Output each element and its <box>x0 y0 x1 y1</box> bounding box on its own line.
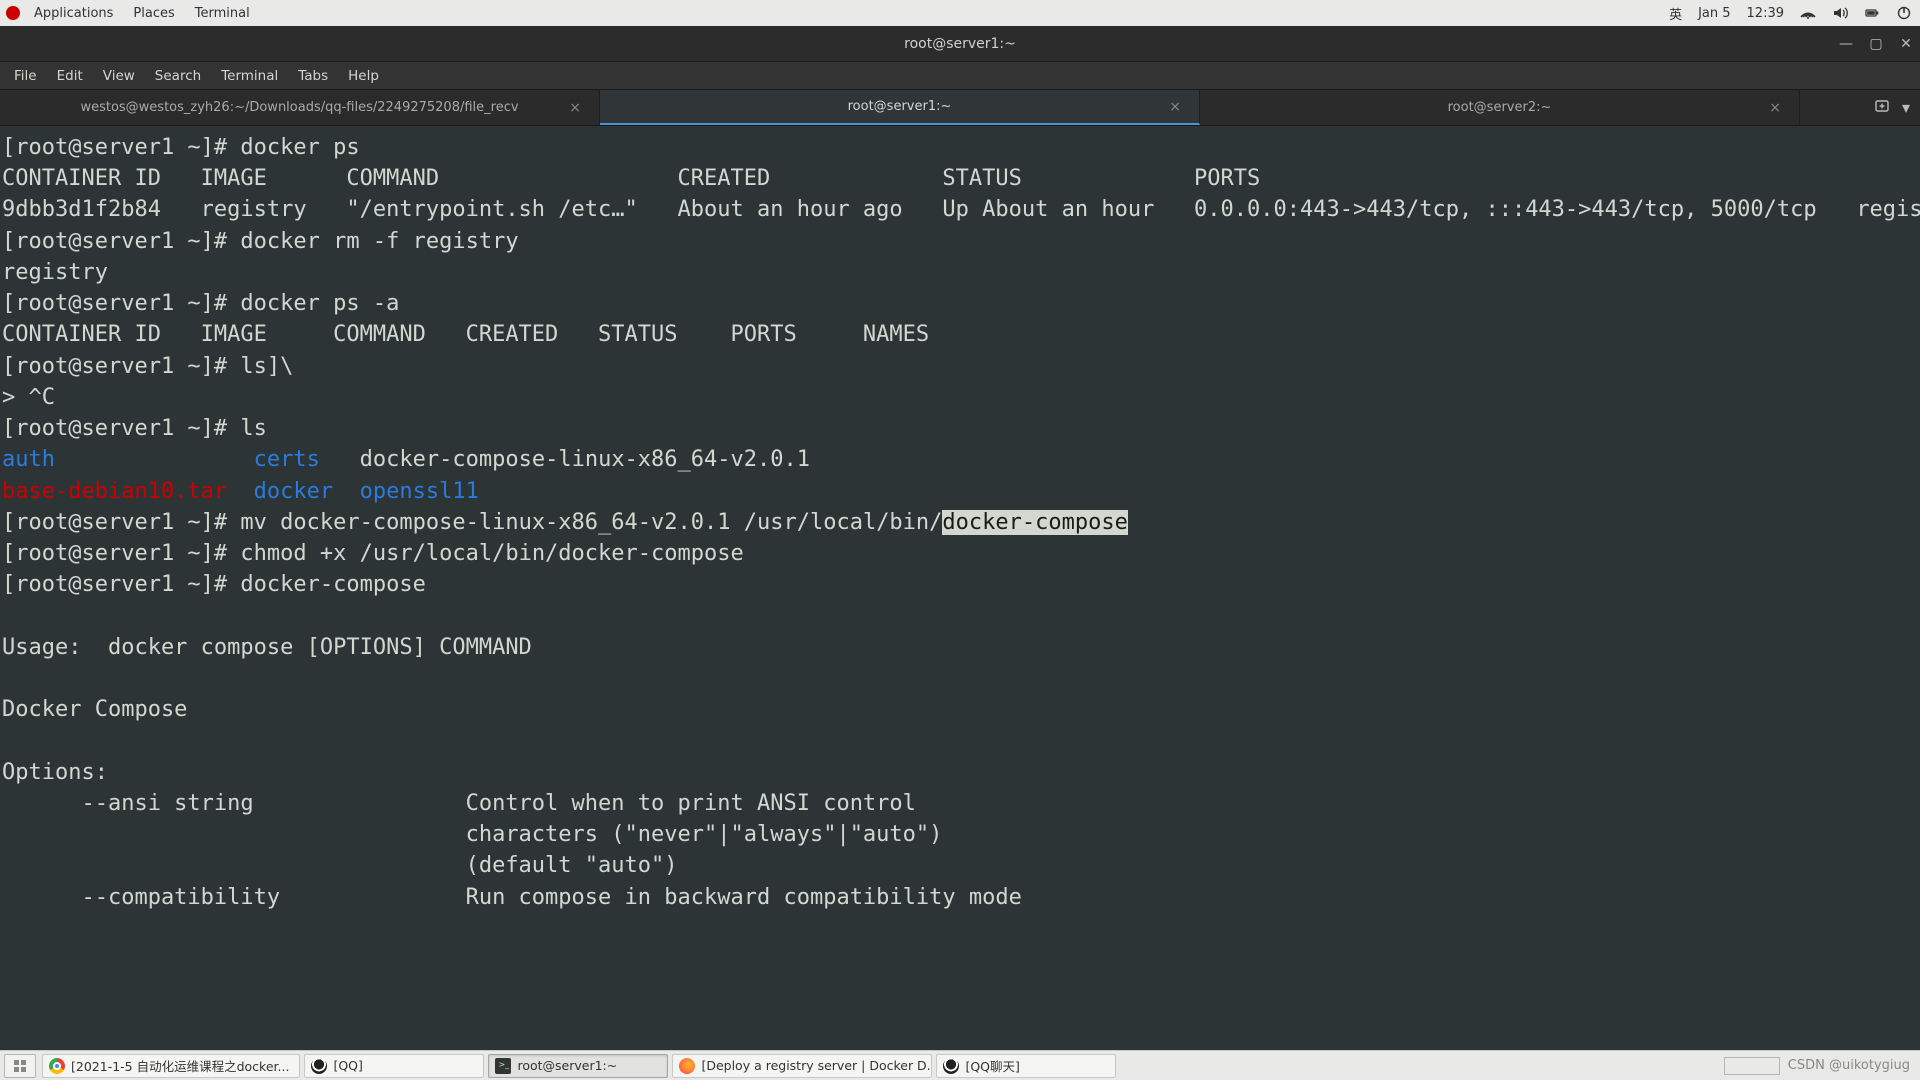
firefox-icon <box>679 1058 695 1074</box>
prompt: [root@server1 ~]# <box>2 229 240 254</box>
prompt: [root@server1 ~]# <box>2 291 240 316</box>
window-title: root@server1:~ <box>904 36 1016 52</box>
minimize-button[interactable]: — <box>1838 36 1854 52</box>
output-line: (default "auto") <box>2 853 678 878</box>
taskbar-item-qq-chat[interactable]: [QQ聊天] <box>936 1054 1116 1078</box>
prompt: [root@server1 ~]# <box>2 416 240 441</box>
menu-tabs[interactable]: Tabs <box>288 64 338 88</box>
activities-icon[interactable] <box>6 6 20 20</box>
menu-view[interactable]: View <box>93 64 145 88</box>
output-line: 9dbb3d1f2b84 registry "/entrypoint.sh /e… <box>2 197 1920 222</box>
cmd-docker-compose: docker-compose <box>240 572 425 597</box>
ls-dir: openssl11 <box>360 479 479 504</box>
cmd-ls: ls <box>240 416 267 441</box>
taskbar-item-label: [QQ] <box>333 1058 362 1073</box>
ls-dir: certs <box>254 447 320 472</box>
gnome-top-panel: Applications Places Terminal 英 Jan 5 12:… <box>0 0 1920 26</box>
chrome-icon <box>49 1058 65 1074</box>
output-line: Usage: docker compose [OPTIONS] COMMAND <box>2 635 532 660</box>
tab-close-icon[interactable]: × <box>1169 99 1181 115</box>
cmd-chmod: chmod +x /usr/local/bin/docker-compose <box>240 541 743 566</box>
output-line: CONTAINER ID IMAGE COMMAND CREATED STATU… <box>2 322 929 347</box>
menu-file[interactable]: File <box>4 64 47 88</box>
bottom-taskbar: [2021-1-5 自动化运维课程之docker... [QQ] >_ root… <box>0 1050 1920 1080</box>
power-icon[interactable] <box>1888 5 1920 21</box>
ls-dir: docker <box>254 479 333 504</box>
prompt: [root@server1 ~]# <box>2 354 240 379</box>
selection-highlight: docker-compose <box>942 510 1127 535</box>
tab-label: root@server1:~ <box>848 99 952 114</box>
close-button[interactable]: ✕ <box>1898 36 1914 52</box>
applications-menu[interactable]: Applications <box>24 6 123 21</box>
taskbar-item-label: root@server1:~ <box>517 1058 617 1073</box>
tab-close-icon[interactable]: × <box>569 100 581 116</box>
csdn-watermark: CSDN @uikotygiug <box>1788 1058 1910 1073</box>
tab-menu-dropdown-icon[interactable]: ▾ <box>1902 98 1910 117</box>
tab-label: root@server2:~ <box>1448 100 1552 115</box>
app-menubar: File Edit View Search Terminal Tabs Help <box>0 62 1920 90</box>
taskbar-item-label: [QQ聊天] <box>965 1056 1019 1075</box>
maximize-button[interactable]: ▢ <box>1868 36 1884 52</box>
output-line: registry <box>2 260 108 285</box>
input-method-box[interactable] <box>1724 1057 1780 1075</box>
taskbar-item-terminal[interactable]: >_ root@server1:~ <box>488 1054 668 1078</box>
taskbar-item-firefox[interactable]: [Deploy a registry server | Docker D... <box>672 1054 932 1078</box>
qq-icon <box>311 1058 327 1074</box>
taskbar-item-label: [Deploy a registry server | Docker D... <box>701 1058 932 1073</box>
terminal-tabstrip: westos@westos_zyh26:~/Downloads/qq-files… <box>0 90 1920 126</box>
ls-archive: base-debian10.tar <box>2 479 227 504</box>
output-line: CONTAINER ID IMAGE COMMAND CREATED STATU… <box>2 166 1920 191</box>
terminal-tab-2[interactable]: root@server2:~ × <box>1200 90 1800 125</box>
volume-icon[interactable] <box>1824 5 1856 21</box>
terminal-tab-0[interactable]: westos@westos_zyh26:~/Downloads/qq-files… <box>0 90 600 125</box>
terminal-menu[interactable]: Terminal <box>185 6 260 21</box>
menu-help[interactable]: Help <box>338 64 389 88</box>
prompt: [root@server1 ~]# <box>2 510 240 535</box>
output-line: Options: <box>2 760 108 785</box>
cmd-docker-ps-a: docker ps -a <box>240 291 399 316</box>
menu-edit[interactable]: Edit <box>47 64 93 88</box>
terminal-output[interactable]: [root@server1 ~]# docker ps CONTAINER ID… <box>0 126 1920 1050</box>
menu-terminal[interactable]: Terminal <box>211 64 288 88</box>
cmd-docker-rm: docker rm -f registry <box>240 229 518 254</box>
ls-dir: auth <box>2 447 55 472</box>
prompt: [root@server1 ~]# <box>2 135 240 160</box>
taskbar-item-qq[interactable]: [QQ] <box>304 1054 484 1078</box>
clock-date[interactable]: Jan 5 <box>1690 6 1738 21</box>
battery-icon[interactable] <box>1856 5 1888 21</box>
input-method-indicator[interactable]: 英 <box>1661 4 1690 23</box>
window-titlebar: root@server1:~ — ▢ ✕ <box>0 26 1920 62</box>
qq-icon <box>943 1058 959 1074</box>
clock-time[interactable]: 12:39 <box>1739 6 1792 21</box>
places-menu[interactable]: Places <box>123 6 184 21</box>
new-tab-button[interactable] <box>1874 98 1890 118</box>
cmd-mv: mv docker-compose-linux-x86_64-v2.0.1 /u… <box>240 510 942 535</box>
terminal-tab-1[interactable]: root@server1:~ × <box>600 90 1200 125</box>
tab-label: westos@westos_zyh26:~/Downloads/qq-files… <box>80 100 518 115</box>
output-line: > ^C <box>2 385 55 410</box>
output-line: --ansi string Control when to print ANSI… <box>2 791 916 816</box>
network-icon[interactable] <box>1792 5 1824 21</box>
output-line: --compatibility Run compose in backward … <box>2 885 1022 910</box>
show-desktop-button[interactable] <box>4 1054 36 1078</box>
taskbar-item-chrome[interactable]: [2021-1-5 自动化运维课程之docker... <box>42 1054 300 1078</box>
cmd-docker-ps: docker ps <box>240 135 359 160</box>
menu-search[interactable]: Search <box>145 64 211 88</box>
ls-file: docker-compose-linux-x86_64-v2.0.1 <box>360 447 810 472</box>
prompt: [root@server1 ~]# <box>2 541 240 566</box>
terminal-icon: >_ <box>495 1058 511 1074</box>
tab-close-icon[interactable]: × <box>1769 100 1781 116</box>
prompt: [root@server1 ~]# <box>2 572 240 597</box>
taskbar-item-label: [2021-1-5 自动化运维课程之docker... <box>71 1056 289 1075</box>
output-line: characters ("never"|"always"|"auto") <box>2 822 942 847</box>
cmd-line: ls]\ <box>240 354 293 379</box>
output-line: Docker Compose <box>2 697 187 722</box>
